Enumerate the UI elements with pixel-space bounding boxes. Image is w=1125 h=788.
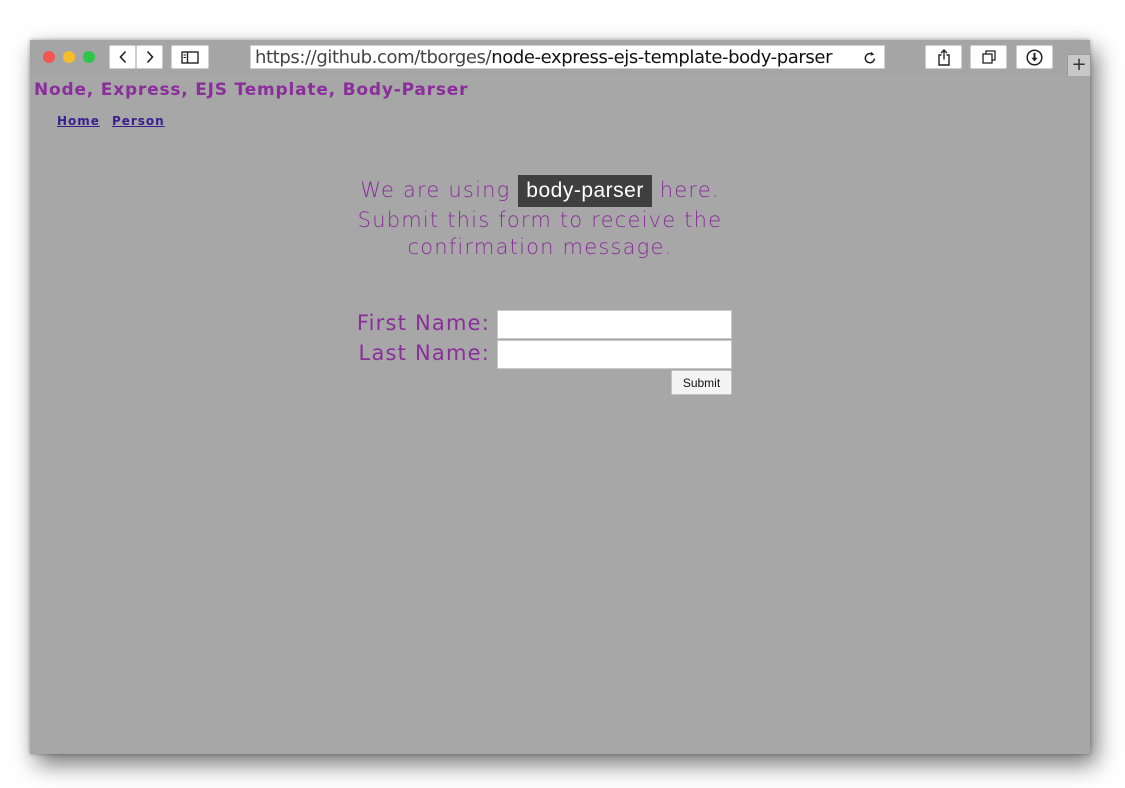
share-icon	[937, 48, 950, 66]
new-tab-button[interactable]: +	[1067, 54, 1091, 76]
address-bar[interactable]: https://github.com/tborges/node-express-…	[250, 45, 885, 69]
tabs-icon	[981, 50, 996, 64]
download-icon	[1026, 48, 1043, 66]
site-nav: Home Person	[57, 114, 165, 128]
submit-button[interactable]: Submit	[671, 370, 732, 395]
tab-overview-button[interactable]	[970, 45, 1007, 69]
chevron-right-icon	[146, 50, 154, 64]
back-button[interactable]	[109, 45, 136, 69]
code-chip: body-parser	[518, 175, 652, 207]
downloads-button[interactable]	[1016, 45, 1053, 69]
browser-window: https://github.com/tborges/node-express-…	[30, 40, 1091, 754]
intro-before-code: We are using	[360, 178, 519, 202]
plus-icon: +	[1071, 54, 1087, 75]
first-name-input[interactable]	[497, 310, 732, 339]
zoom-dot-icon[interactable]	[83, 51, 95, 63]
url-path: node-express-ejs-template-body-parser	[491, 46, 833, 68]
web-page: Node, Express, EJS Template, Body-Parser…	[30, 75, 1090, 754]
share-button[interactable]	[925, 45, 962, 69]
last-name-input[interactable]	[497, 340, 732, 369]
minimize-dot-icon[interactable]	[63, 51, 75, 63]
browser-toolbar: https://github.com/tborges/node-express-…	[30, 40, 1090, 75]
url-base: https://github.com/tborges/	[255, 46, 492, 68]
sidebar-icon	[181, 50, 199, 64]
reload-icon[interactable]	[862, 50, 878, 66]
intro-text: We are using body-parser here. Submit th…	[330, 175, 750, 261]
close-dot-icon[interactable]	[43, 51, 55, 63]
chevron-left-icon	[118, 50, 126, 64]
last-name-label: Last Name:	[358, 341, 490, 365]
nav-link-home[interactable]: Home	[57, 114, 100, 128]
sidebar-button[interactable]	[171, 45, 209, 69]
nav-link-person[interactable]: Person	[112, 114, 165, 128]
first-name-label: First Name:	[356, 311, 490, 335]
site-title: Node, Express, EJS Template, Body-Parser	[34, 80, 469, 100]
forward-button[interactable]	[136, 45, 163, 69]
